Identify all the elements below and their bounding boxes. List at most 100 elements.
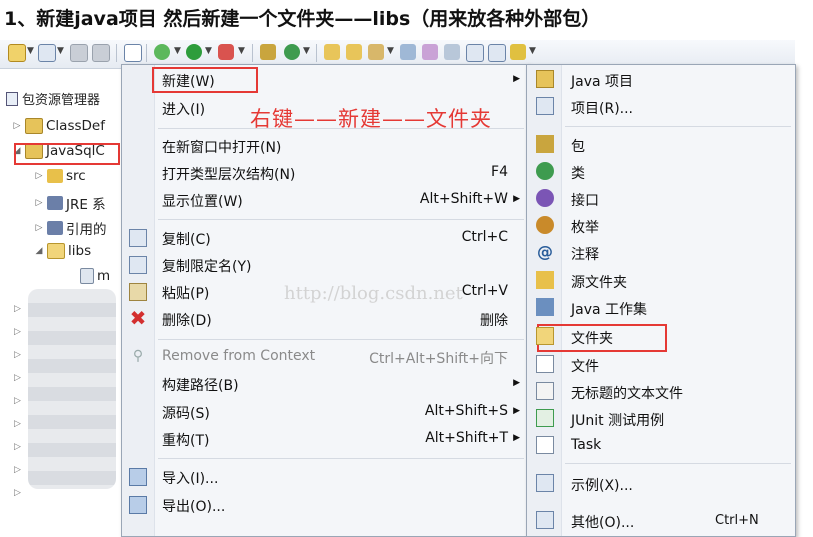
expand-arrow-icon[interactable]: ▷: [14, 373, 21, 383]
submenu-item-folder[interactable]: 文件夹: [571, 328, 613, 348]
submenu-item-interface[interactable]: 接口: [571, 190, 599, 210]
submenu-arrow-icon: ▶: [513, 74, 520, 84]
expand-arrow-icon[interactable]: ▷: [14, 442, 21, 452]
toolbar-divider: [146, 44, 147, 62]
menu-divider: [158, 339, 524, 340]
menu-item-delete[interactable]: 删除(D): [162, 310, 212, 330]
save-icon[interactable]: [70, 44, 88, 62]
submenu-item-untitled-text-file[interactable]: 无标题的文本文件: [571, 383, 683, 403]
file-icon: [80, 268, 94, 284]
import-icon: [129, 468, 147, 486]
menu-item-new[interactable]: 新建(W): [162, 71, 215, 91]
search-icon[interactable]: [368, 44, 384, 60]
submenu-item-enum[interactable]: 枚举: [571, 217, 599, 237]
submenu-arrow-icon: ▶: [513, 406, 520, 416]
task-icon[interactable]: [400, 44, 416, 60]
run-icon[interactable]: [186, 44, 202, 60]
dropdown-arrow-icon[interactable]: ▼: [529, 46, 536, 56]
new-package-icon[interactable]: [38, 44, 56, 62]
menu-item-open-type-hierarchy[interactable]: 打开类型层次结构(N): [162, 164, 295, 184]
expand-arrow-icon[interactable]: ▷: [14, 396, 21, 406]
expand-arrow-icon[interactable]: ▷: [14, 327, 21, 337]
expand-arrow-icon[interactable]: ▷: [34, 223, 44, 233]
submenu-item-source-folder[interactable]: 源文件夹: [571, 272, 627, 292]
expand-arrow-icon[interactable]: ▷: [14, 488, 21, 498]
menu-item-import[interactable]: 导入(I)...: [162, 468, 218, 488]
menu-item-paste[interactable]: 粘贴(P): [162, 283, 209, 303]
annotation-icon[interactable]: [422, 44, 438, 60]
new-class-icon[interactable]: [284, 44, 300, 60]
expand-arrow-icon[interactable]: ▷: [14, 350, 21, 360]
submenu-item-class[interactable]: 类: [571, 163, 585, 183]
menu-item-go-into[interactable]: 进入(I): [162, 99, 205, 119]
expand-arrow-icon[interactable]: ▷: [34, 171, 44, 181]
submenu-item-example[interactable]: 示例(X)...: [571, 475, 633, 495]
toolbar-divider: [252, 44, 253, 62]
menu-item-copy[interactable]: 复制(C): [162, 229, 211, 249]
collapse-arrow-icon[interactable]: ◢: [34, 246, 44, 256]
copy-qualified-name-icon: [129, 256, 147, 274]
menu-item-source[interactable]: 源码(S): [162, 403, 210, 423]
submenu-item-package[interactable]: 包: [571, 136, 585, 156]
menu-item-refactor[interactable]: 重构(T): [162, 430, 209, 450]
menu-item-open-new-window[interactable]: 在新窗口中打开(N): [162, 137, 281, 157]
expand-arrow-icon[interactable]: ▷: [14, 304, 21, 314]
expand-arrow-icon[interactable]: ▷: [14, 419, 21, 429]
shortcut-label: F4: [491, 164, 508, 180]
dropdown-arrow-icon[interactable]: ▼: [57, 46, 64, 56]
enum-icon: [536, 216, 554, 234]
submenu-item-junit-test-case[interactable]: JUnit 测试用例: [571, 410, 664, 430]
toolbar-divider: [116, 44, 117, 62]
menu-item-export[interactable]: 导出(O)...: [162, 496, 225, 516]
export-icon: [129, 496, 147, 514]
submenu-item-annotation[interactable]: 注释: [571, 244, 599, 264]
debug-icon[interactable]: [154, 44, 170, 60]
external-tools-icon[interactable]: [218, 44, 234, 60]
expand-arrow-icon[interactable]: ▷: [14, 465, 21, 475]
dropdown-arrow-icon[interactable]: ▼: [174, 46, 181, 56]
dropdown-arrow-icon[interactable]: ▼: [27, 46, 34, 56]
save-all-icon[interactable]: [92, 44, 110, 62]
dropdown-arrow-icon[interactable]: ▼: [205, 46, 212, 56]
open-folder-icon[interactable]: [346, 44, 362, 60]
submenu-item-task[interactable]: Task: [571, 437, 601, 453]
toolbar-divider: [316, 44, 317, 62]
expand-arrow-icon[interactable]: ▷: [34, 198, 44, 208]
skip-breakpoints-icon[interactable]: [124, 44, 142, 62]
submenu-item-project[interactable]: 项目(R)...: [571, 98, 633, 118]
expand-arrow-icon[interactable]: ▷: [12, 121, 22, 131]
submenu-item-java-working-set[interactable]: Java 工作集: [571, 299, 647, 319]
folder-icon: [47, 243, 65, 259]
show-whitespace-icon[interactable]: [466, 44, 484, 62]
page-heading: 1、新建java项目 然后新建一个文件夹——libs（用来放各种外部包）: [4, 8, 601, 30]
shortcut-label: Ctrl+C: [461, 229, 508, 245]
submenu-item-file[interactable]: 文件: [571, 356, 599, 376]
open-type-icon[interactable]: [324, 44, 340, 60]
menu-item-copy-qualified-name[interactable]: 复制限定名(Y): [162, 256, 251, 276]
new-submenu: Java 项目 项目(R)... 包 类 接口 枚举 @ 注释 源文件夹 Jav…: [526, 64, 796, 537]
tree-item-libs[interactable]: ◢ libs: [34, 243, 91, 259]
toggle-mark-icon[interactable]: [444, 44, 460, 60]
new-java-package-icon[interactable]: [260, 44, 276, 60]
submenu-item-java-project[interactable]: Java 项目: [571, 71, 633, 91]
new-file-icon[interactable]: [8, 44, 26, 62]
junit-icon: [536, 409, 554, 427]
submenu-item-other[interactable]: 其他(O)...: [571, 512, 634, 532]
tree-item-src[interactable]: ▷ src: [34, 168, 86, 184]
dropdown-arrow-icon[interactable]: ▼: [387, 46, 394, 56]
class-icon: [536, 162, 554, 180]
menu-item-show-in[interactable]: 显示位置(W): [162, 191, 243, 211]
tree-item-referenced-libraries[interactable]: ▷ 引用的: [34, 218, 107, 238]
dropdown-arrow-icon[interactable]: ▼: [238, 46, 245, 56]
next-annotation-icon[interactable]: [510, 44, 526, 60]
tree-item-file[interactable]: m: [80, 268, 110, 284]
pilcrow-icon[interactable]: [488, 44, 506, 62]
blurred-project-list: [28, 289, 116, 489]
menu-item-build-path[interactable]: 构建路径(B): [162, 375, 239, 395]
tree-item-jre[interactable]: ▷ JRE 系: [34, 193, 106, 213]
context-menu: 新建(W) ▶ 进入(I) 在新窗口中打开(N) 打开类型层次结构(N) F4 …: [121, 64, 529, 537]
tree-item-classdef[interactable]: ▷ ClassDef: [12, 118, 105, 134]
menu-item-remove-from-context[interactable]: Remove from Context: [162, 348, 315, 364]
dropdown-arrow-icon[interactable]: ▼: [303, 46, 310, 56]
annotation-icon: @: [537, 242, 553, 261]
